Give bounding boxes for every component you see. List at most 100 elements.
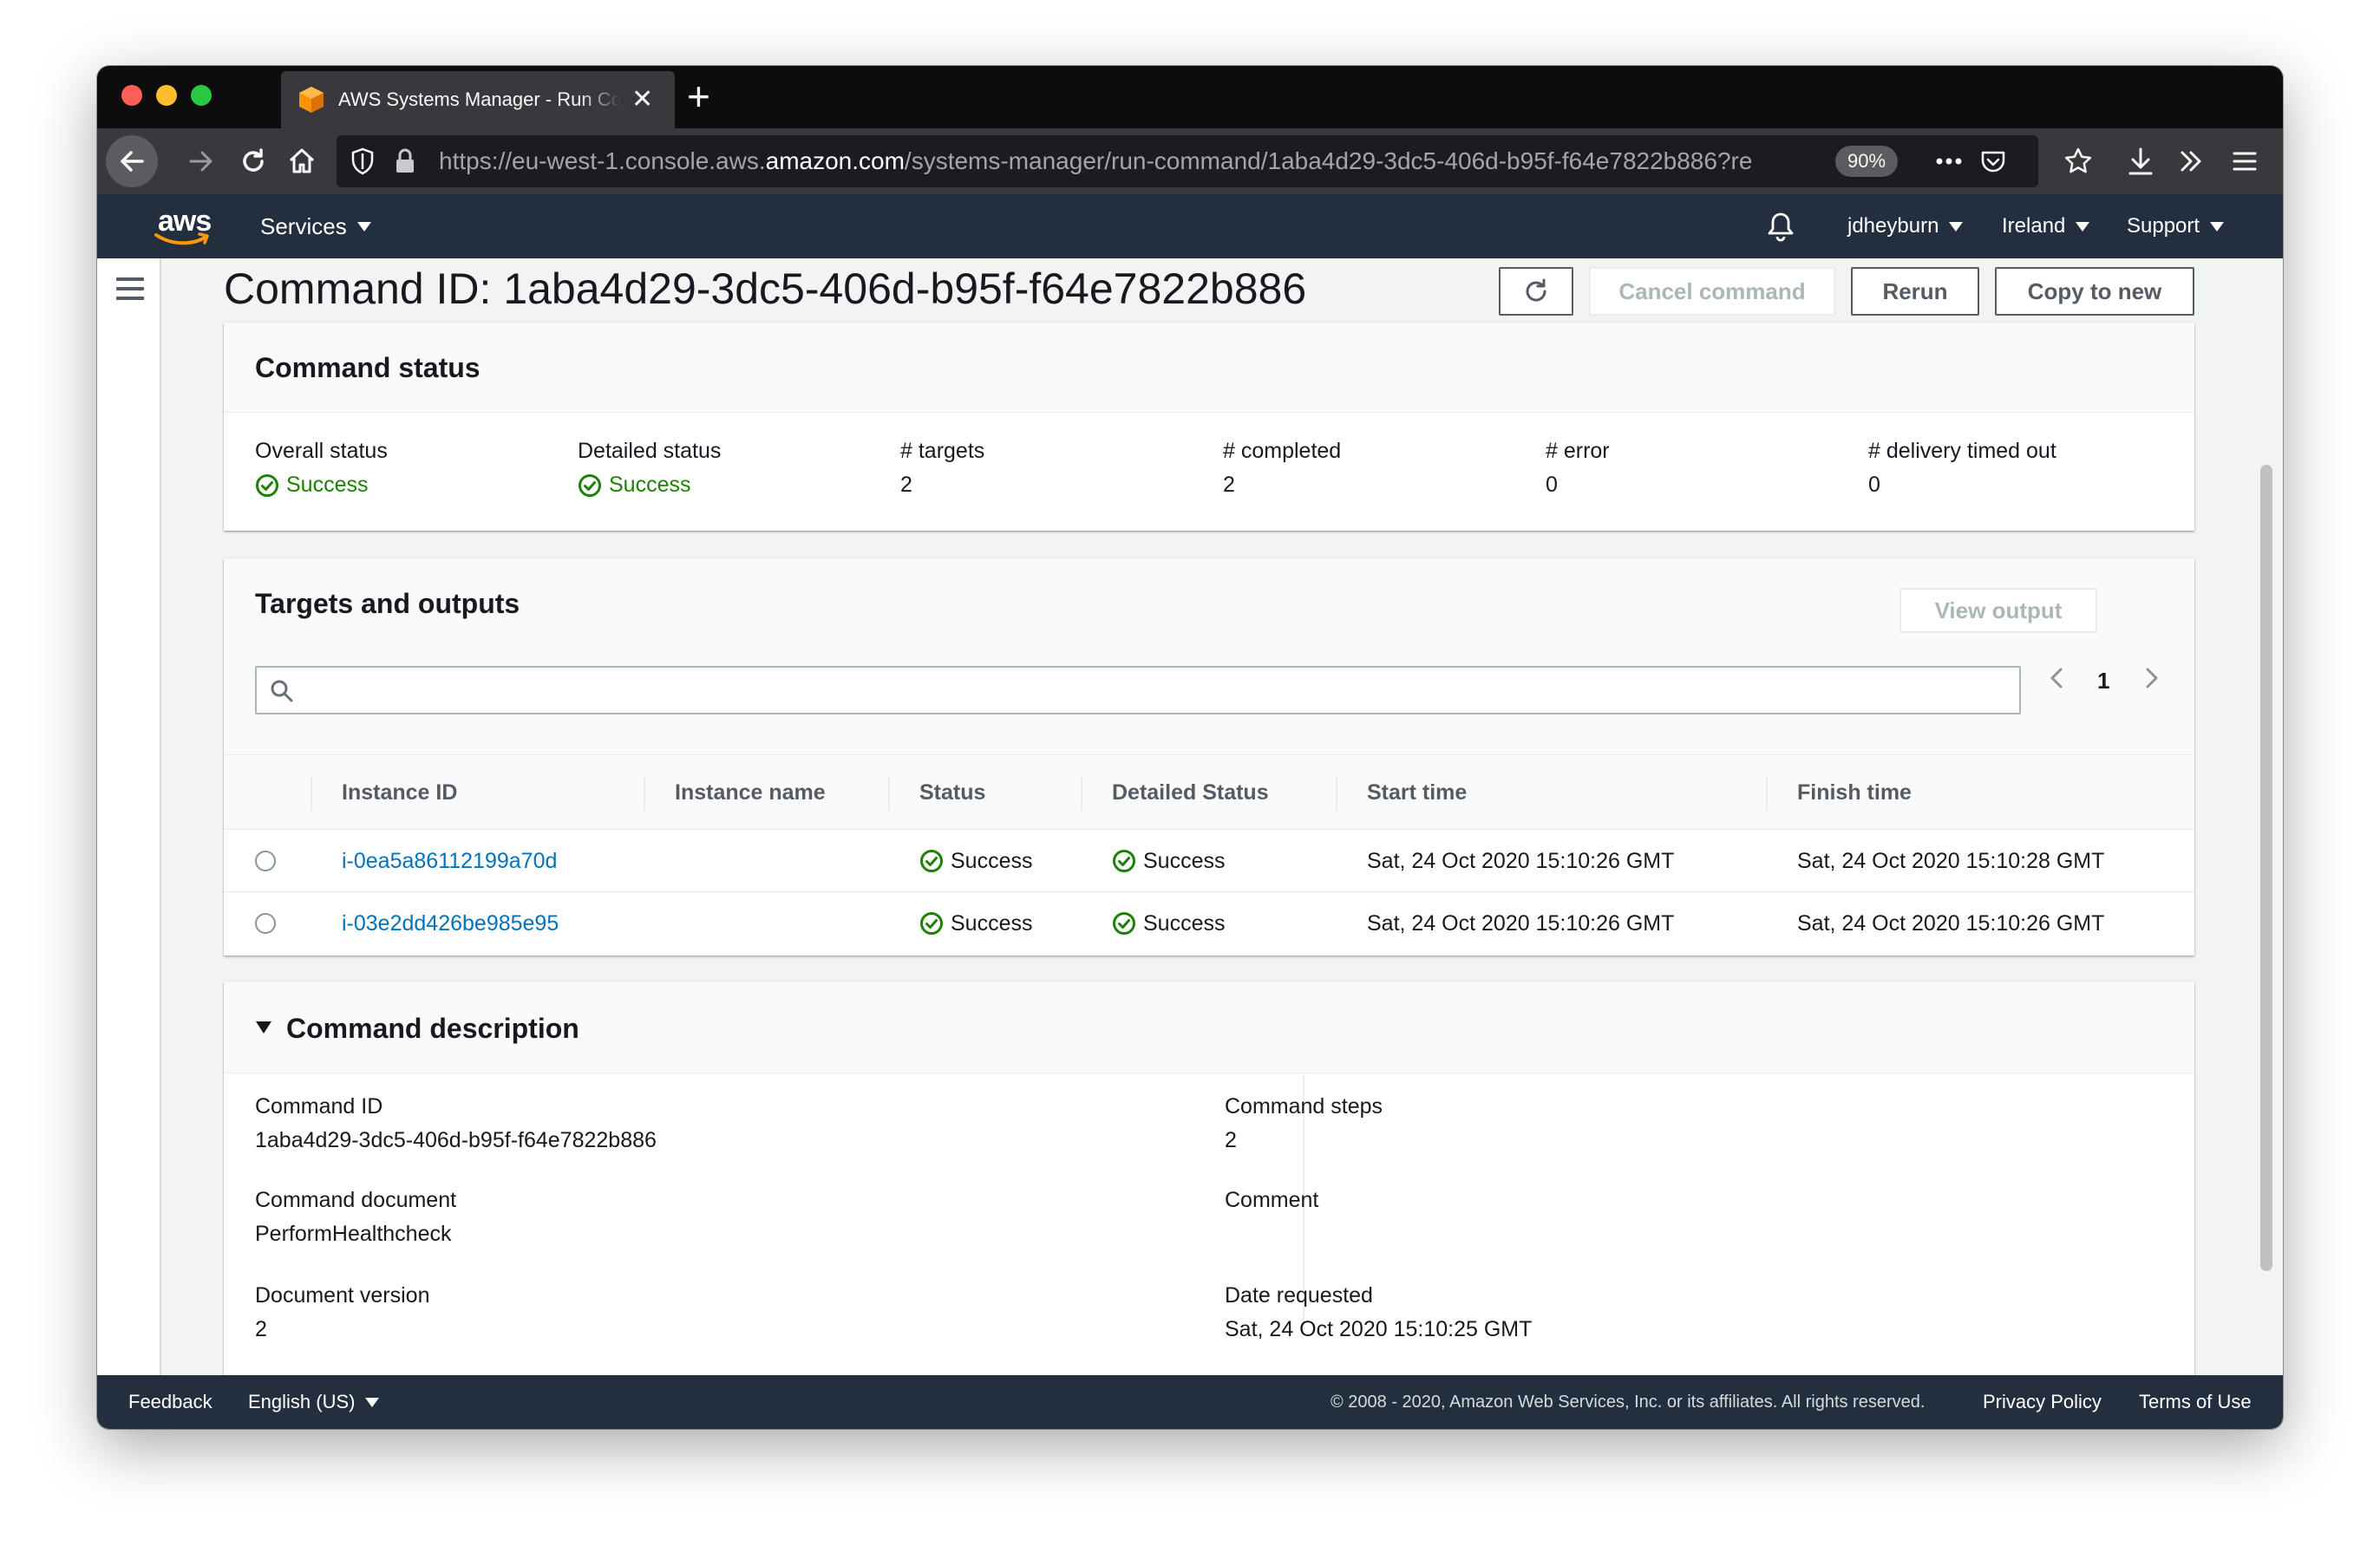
region-menu[interactable]: Ireland: [2002, 194, 2090, 258]
page-scrollbar[interactable]: [2260, 465, 2272, 1271]
language-label: English (US): [248, 1391, 356, 1412]
row-select-radio[interactable]: [255, 913, 276, 934]
bookmark-button[interactable]: [2052, 135, 2104, 187]
app-menu-button[interactable]: [2219, 135, 2271, 187]
detailed-status-text: Success: [1143, 910, 1226, 936]
column-finish-time[interactable]: Finish time: [1797, 755, 1912, 830]
detailed-status-cell: Success: [1112, 830, 1225, 892]
command-status-header: Command status: [224, 323, 2194, 413]
aws-logo[interactable]: aws: [149, 203, 219, 248]
overall-status: Overall status Success: [255, 439, 388, 498]
command-description-header[interactable]: Command description: [224, 982, 2194, 1073]
privacy-policy-link[interactable]: Privacy Policy: [1983, 1375, 2102, 1429]
command-document-label: Command document: [255, 1188, 457, 1212]
downloads-button[interactable]: [2115, 135, 2167, 187]
browser-toolbar: https://eu-west-1.console.aws.amazon.com…: [97, 128, 2283, 194]
command-id-field: Command ID 1aba4d29-3dc5-406d-b95f-f64e7…: [255, 1094, 657, 1153]
command-id-value: 1aba4d29-3dc5-406d-b95f-f64e7822b886: [255, 1128, 657, 1152]
row-select-radio[interactable]: [255, 851, 276, 871]
hamburger-icon: [2233, 152, 2257, 171]
browser-tab[interactable]: AWS Systems Manager - Run Command ✕: [281, 71, 675, 128]
reload-button[interactable]: [227, 135, 279, 187]
user-menu[interactable]: jdheyburn: [1847, 194, 1964, 258]
command-steps-field: Command steps 2: [1225, 1094, 1383, 1153]
lock-icon[interactable]: [394, 147, 422, 175]
command-id-label: Command ID: [255, 1094, 383, 1119]
status-cell: Success: [919, 892, 1032, 955]
minimize-window-button[interactable]: [156, 85, 177, 106]
table-row[interactable]: i-03e2dd426be985e95 Success Success Sat,…: [224, 891, 2194, 954]
arrow-left-icon: [121, 151, 144, 172]
chevron-down-icon: [356, 221, 371, 232]
date-requested-field: Date requested Sat, 24 Oct 2020 15:10:25…: [1225, 1283, 1532, 1342]
previous-page-button[interactable]: [2047, 664, 2068, 698]
check-circle-icon: [1113, 912, 1135, 935]
instance-id-link[interactable]: i-0ea5a86112199a70d: [342, 830, 557, 892]
search-icon: [271, 680, 293, 702]
notifications-button[interactable]: [1766, 194, 1795, 258]
column-divider: [644, 776, 645, 811]
column-divider: [311, 776, 312, 811]
view-output-button[interactable]: View output: [1899, 588, 2097, 633]
document-version-field: Document version 2: [255, 1283, 429, 1342]
close-window-button[interactable]: [121, 85, 142, 106]
support-menu[interactable]: Support: [2127, 194, 2225, 258]
caret-down-icon[interactable]: [255, 1020, 272, 1035]
download-icon: [2128, 147, 2153, 175]
instance-id-link[interactable]: i-03e2dd426be985e95: [342, 892, 559, 955]
side-navigation: [97, 258, 161, 1429]
page-number[interactable]: 1: [2097, 668, 2109, 695]
targets-header: Targets and outputs View output 1: [224, 558, 2194, 754]
shield-icon[interactable]: [350, 147, 378, 175]
rerun-button[interactable]: Rerun: [1851, 267, 1979, 316]
completed-count-value: 2: [1223, 473, 1235, 497]
column-divider: [1081, 776, 1082, 811]
search-input[interactable]: [255, 666, 2021, 714]
detailed-status-text: Success: [609, 473, 691, 497]
url-text[interactable]: https://eu-west-1.console.aws.amazon.com…: [439, 147, 1825, 175]
cancel-command-button[interactable]: Cancel command: [1589, 267, 1835, 316]
overflow-menu-button[interactable]: [2165, 135, 2217, 187]
refresh-button[interactable]: [1499, 267, 1573, 316]
finish-time-cell: Sat, 24 Oct 2020 15:10:26 GMT: [1797, 910, 2105, 936]
pocket-icon[interactable]: [1979, 147, 2007, 175]
more-dots-icon[interactable]: [1934, 147, 1962, 175]
next-page-button[interactable]: [2141, 664, 2161, 698]
hamburger-icon[interactable]: [116, 277, 144, 300]
terms-of-use-link[interactable]: Terms of Use: [2139, 1375, 2252, 1429]
page-title: Command ID: 1aba4d29-3dc5-406d-b95f-f64e…: [224, 264, 1307, 313]
services-label: Services: [260, 212, 347, 239]
maximize-window-button[interactable]: [191, 85, 212, 106]
column-instance-id[interactable]: Instance ID: [342, 755, 457, 830]
detailed-status-value: Success: [578, 473, 721, 498]
copy-to-new-button[interactable]: Copy to new: [1995, 267, 2194, 316]
table-row[interactable]: i-0ea5a86112199a70d Success Success Sat,…: [224, 829, 2194, 891]
zoom-level[interactable]: 90%: [1835, 146, 1899, 177]
url-bar[interactable]: https://eu-west-1.console.aws.amazon.com…: [337, 135, 2038, 187]
command-document-value: PerformHealthcheck: [255, 1222, 452, 1246]
feedback-link[interactable]: Feedback: [128, 1375, 212, 1429]
targets-count-value: 2: [900, 473, 912, 497]
column-instance-name[interactable]: Instance name: [675, 755, 826, 830]
chevron-down-icon: [2076, 221, 2090, 232]
language-selector[interactable]: English (US): [248, 1375, 380, 1429]
bell-icon: [1768, 212, 1794, 242]
start-time-cell: Sat, 24 Oct 2020 15:10:26 GMT: [1367, 848, 1675, 873]
back-button[interactable]: [106, 135, 158, 187]
copyright-text: © 2008 - 2020, Amazon Web Services, Inc.…: [1331, 1392, 1926, 1412]
chevron-down-icon: [365, 1397, 380, 1407]
services-menu[interactable]: Services: [260, 194, 371, 258]
column-detailed-status[interactable]: Detailed Status: [1112, 755, 1269, 830]
forward-button[interactable]: [175, 135, 227, 187]
targets-title: Targets and outputs: [255, 588, 520, 619]
home-button[interactable]: [276, 135, 328, 187]
column-start-time[interactable]: Start time: [1367, 755, 1467, 830]
completed-count-label: # completed: [1223, 439, 1342, 463]
error-count-label: # error: [1546, 439, 1610, 463]
command-steps-label: Command steps: [1225, 1094, 1383, 1119]
new-tab-button[interactable]: +: [687, 76, 710, 116]
close-icon[interactable]: ✕: [631, 87, 653, 113]
command-description-panel: Command description Command ID 1aba4d29-…: [224, 982, 2194, 1429]
search-field[interactable]: [304, 675, 2004, 706]
column-status[interactable]: Status: [919, 755, 985, 830]
